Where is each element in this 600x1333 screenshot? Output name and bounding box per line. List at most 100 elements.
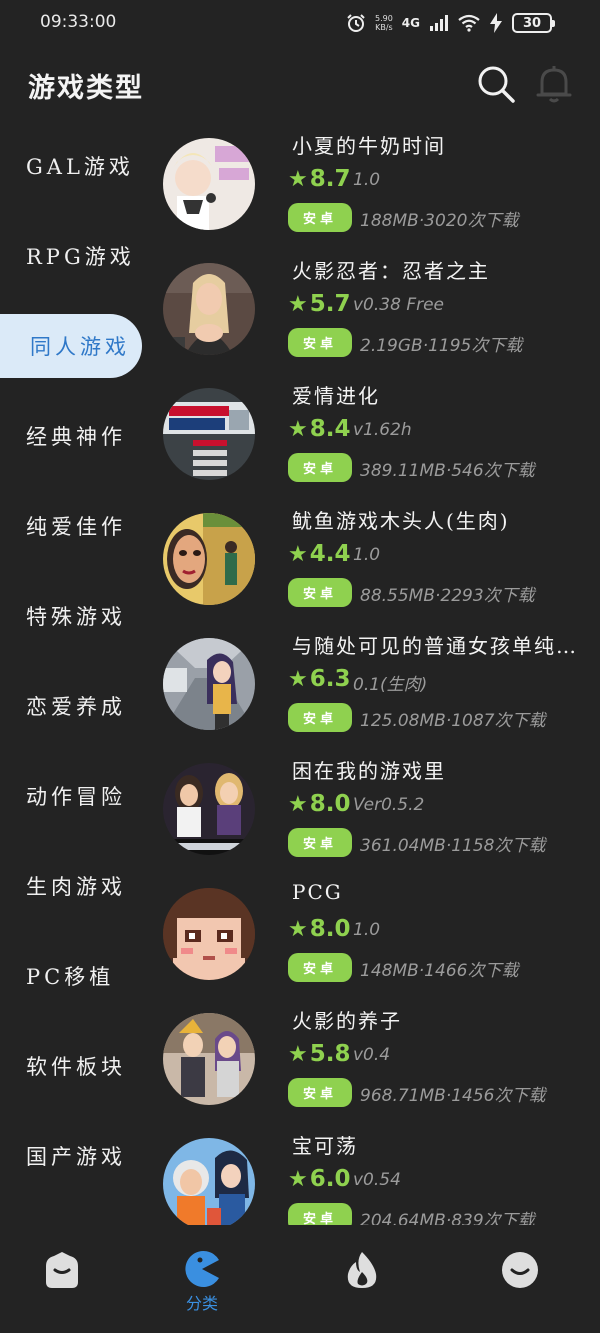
bell-icon[interactable] xyxy=(536,64,572,104)
platform-badge: 安卓 xyxy=(288,203,352,232)
rating: ★ 5.7 xyxy=(288,291,351,317)
version: v1.62h xyxy=(353,420,412,440)
sidebar-item-gal[interactable]: GAL游戏 xyxy=(0,134,142,198)
rating: ★ 8.0 xyxy=(288,791,351,817)
search-icon[interactable] xyxy=(476,64,516,104)
nav-category-label: 分类 xyxy=(185,1294,218,1313)
size-downloads: 361.04MB·1158次下载 xyxy=(360,836,546,856)
game-thumbnail[interactable] xyxy=(163,638,255,730)
rating: ★ 5.8 xyxy=(288,1041,351,1067)
game-thumbnail[interactable] xyxy=(163,888,255,980)
charging-icon xyxy=(490,13,502,33)
sidebar-item-software[interactable]: 软件板块 xyxy=(0,1034,142,1098)
platform-badge: 安卓 xyxy=(288,953,352,982)
alarm-icon xyxy=(347,14,365,32)
rating: ★ 6.3 xyxy=(288,666,351,692)
nav-home[interactable] xyxy=(32,1250,92,1320)
game-title: 鱿鱼游戏木头人(生肉) xyxy=(292,509,510,533)
game-title: 与随处可见的普通女孩单纯… xyxy=(292,634,578,658)
status-icons: 5.90 KB/s 4G 30 xyxy=(346,10,555,36)
fire-icon xyxy=(347,1252,377,1288)
list-item[interactable]: 火影的养子 ★ 5.8 v0.4 安卓 968.71MB·1456次下载 xyxy=(160,1005,600,1130)
rating: ★ 8.4 xyxy=(288,416,351,442)
sidebar-item-doujin[interactable]: 同人游戏 xyxy=(0,314,142,378)
clock: 09:33:00 xyxy=(40,12,117,32)
signal-icon xyxy=(430,15,448,31)
rating: ★ 4.4 xyxy=(288,541,351,567)
star-icon: ★ xyxy=(288,541,308,567)
list-item[interactable]: 小夏的牛奶时间 ★ 8.7 1.0 安卓 188MB·3020次下载 xyxy=(160,130,600,255)
game-thumbnail[interactable] xyxy=(163,138,255,230)
size-downloads: 188MB·3020次下载 xyxy=(360,211,519,231)
game-thumbnail[interactable] xyxy=(163,1138,255,1225)
game-thumbnail[interactable] xyxy=(163,263,255,355)
version: 1.0 xyxy=(353,920,381,940)
rating: ★ 6.0 xyxy=(288,1166,351,1192)
star-icon: ★ xyxy=(288,166,308,192)
game-title: 火影的养子 xyxy=(292,1009,402,1033)
nav-category[interactable]: 分类 xyxy=(172,1250,232,1320)
platform-badge: 安卓 xyxy=(288,578,352,607)
nav-hot[interactable] xyxy=(332,1250,392,1320)
star-icon: ★ xyxy=(288,1166,308,1192)
list-item[interactable]: 鱿鱼游戏木头人(生肉) ★ 4.4 1.0 安卓 88.55MB·2293次下载 xyxy=(160,505,600,630)
sidebar-item-pc-port[interactable]: PC移植 xyxy=(0,944,142,1008)
smile-icon xyxy=(502,1252,538,1288)
version: v0.4 xyxy=(353,1045,391,1065)
sidebar-item-special[interactable]: 特殊游戏 xyxy=(0,584,142,648)
pacman-icon xyxy=(185,1251,219,1287)
sidebar-item-classic[interactable]: 经典神作 xyxy=(0,404,142,468)
game-thumbnail[interactable] xyxy=(163,763,255,855)
star-icon: ★ xyxy=(288,666,308,692)
star-icon: ★ xyxy=(288,916,308,942)
star-icon: ★ xyxy=(288,416,308,442)
game-title: 爱情进化 xyxy=(292,384,380,408)
size-downloads: 125.08MB·1087次下载 xyxy=(360,711,546,731)
list-item[interactable]: 爱情进化 ★ 8.4 v1.62h 安卓 389.11MB·546次下载 xyxy=(160,380,600,505)
platform-badge: 安卓 xyxy=(288,1078,352,1107)
size-downloads: 968.71MB·1456次下载 xyxy=(360,1086,546,1106)
game-title: 火影忍者：忍者之主 xyxy=(292,259,490,283)
list-item[interactable]: PCG ★ 8.0 1.0 安卓 148MB·1466次下载 xyxy=(160,880,600,1005)
size-downloads: 2.19GB·1195次下载 xyxy=(360,336,523,356)
version: 1.0 xyxy=(353,170,381,190)
page-title: 游戏类型 xyxy=(28,73,144,104)
game-list: 小夏的牛奶时间 ★ 8.7 1.0 安卓 188MB·3020次下载 火影忍者：忍… xyxy=(160,130,600,1225)
rating: ★ 8.0 xyxy=(288,916,351,942)
sidebar-item-pure-love[interactable]: 纯爱佳作 xyxy=(0,494,142,558)
list-item[interactable]: 困在我的游戏里 ★ 8.0 Ver0.5.2 安卓 361.04MB·1158次下… xyxy=(160,755,600,880)
size-downloads: 148MB·1466次下载 xyxy=(360,961,519,981)
battery-indicator: 30 xyxy=(512,13,555,33)
sidebar-item-domestic[interactable]: 国产游戏 xyxy=(0,1124,142,1188)
nav-profile[interactable] xyxy=(490,1250,550,1320)
version: v0.54 xyxy=(353,1170,401,1190)
list-item[interactable]: 宝可荡 ★ 6.0 v0.54 安卓 204.64MB·839次下载 xyxy=(160,1130,600,1225)
platform-badge: 安卓 xyxy=(288,453,352,482)
rating: ★ 8.7 xyxy=(288,166,351,192)
star-icon: ★ xyxy=(288,1041,308,1067)
sidebar-item-romance[interactable]: 恋爱养成 xyxy=(0,674,142,738)
status-bar: 09:33:00 5.90 KB/s 4G 30 xyxy=(0,0,600,46)
version: Ver0.5.2 xyxy=(353,795,425,815)
game-thumbnail[interactable] xyxy=(163,388,255,480)
platform-badge: 安卓 xyxy=(288,1203,352,1225)
sidebar-item-raw[interactable]: 生肉游戏 xyxy=(0,854,142,918)
net-speed: 5.90 KB/s xyxy=(374,14,393,32)
list-item[interactable]: 火影忍者：忍者之主 ★ 5.7 v0.38 Free 安卓 2.19GB·1195… xyxy=(160,255,600,380)
version: 1.0 xyxy=(353,545,381,565)
size-downloads: 389.11MB·546次下载 xyxy=(360,461,535,481)
home-icon xyxy=(46,1252,78,1288)
sidebar-item-action[interactable]: 动作冒险 xyxy=(0,764,142,828)
version: v0.38 Free xyxy=(353,295,445,315)
game-title: 困在我的游戏里 xyxy=(292,759,446,783)
wifi-icon xyxy=(458,14,480,32)
game-thumbnail[interactable] xyxy=(163,513,255,605)
star-icon: ★ xyxy=(288,791,308,817)
version: 0.1(生肉) xyxy=(353,675,428,695)
sidebar-item-rpg[interactable]: RPG游戏 xyxy=(0,224,142,288)
game-thumbnail[interactable] xyxy=(163,1013,255,1105)
list-item[interactable]: 与随处可见的普通女孩单纯… ★ 6.3 0.1(生肉) 安卓 125.08MB·1… xyxy=(160,630,600,755)
game-title: 宝可荡 xyxy=(292,1134,358,1158)
network-type: 4G xyxy=(401,16,420,30)
platform-badge: 安卓 xyxy=(288,703,352,732)
